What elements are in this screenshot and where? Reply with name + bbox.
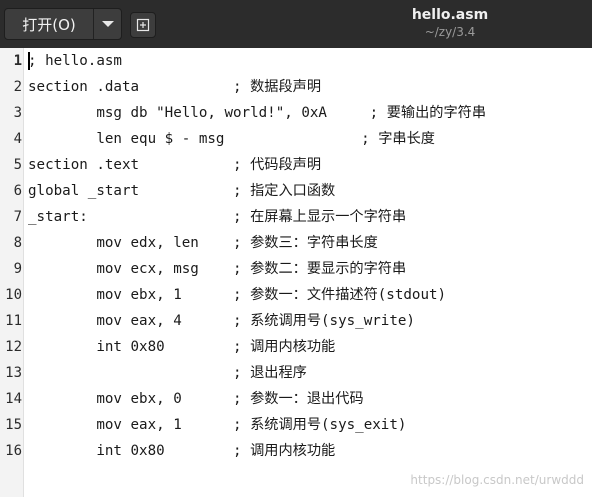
line-number: 1 xyxy=(13,53,22,69)
line-number: 6 xyxy=(13,183,22,199)
line-number: 16 xyxy=(5,443,22,459)
header-bar: 打开(O) hello.asm ~/zy/3.4 xyxy=(0,0,592,48)
code-line: 10 mov ebx, 1 ; 参数一：文件描述符(stdout) xyxy=(0,282,592,308)
code-line: 16 int 0x80 ; 调用内核功能 xyxy=(0,438,592,464)
line-number: 10 xyxy=(5,287,22,303)
code-line: 3 msg db "Hello, world!", 0xA ; 要输出的字符串 xyxy=(0,100,592,126)
window-title: hello.asm ~/zy/3.4 xyxy=(300,6,592,40)
open-menu-button[interactable] xyxy=(94,9,121,39)
code-line: 11 mov eax, 4 ; 系统调用号(sys_write) xyxy=(0,308,592,334)
new-document-button[interactable] xyxy=(130,12,156,38)
line-number: 7 xyxy=(13,209,22,225)
code-text[interactable]: int 0x80 ; 调用内核功能 xyxy=(28,438,335,464)
code-text[interactable]: global _start ; 指定入口函数 xyxy=(28,178,335,204)
code-text[interactable]: ; 退出程序 xyxy=(28,360,307,386)
code-line: 5 section .text ; 代码段声明 xyxy=(0,152,592,178)
code-line: 9 mov ecx, msg ; 参数二：要显示的字符串 xyxy=(0,256,592,282)
watermark: https://blog.csdn.net/urwddd xyxy=(410,473,584,487)
line-number: 4 xyxy=(13,131,22,147)
code-text[interactable]: mov ebx, 0 ; 参数一：退出代码 xyxy=(28,386,363,412)
code-line: 1 ; hello.asm xyxy=(0,48,592,74)
file-name: hello.asm xyxy=(411,7,489,23)
code-line: 13 ; 退出程序 xyxy=(0,360,592,386)
code-text[interactable]: mov eax, 1 ; 系统调用号(sys_exit) xyxy=(28,412,406,438)
open-button[interactable]: 打开(O) xyxy=(5,9,94,39)
code-text[interactable]: msg db "Hello, world!", 0xA ; 要输出的字符串 xyxy=(28,100,486,126)
code-line: 2 section .data ; 数据段声明 xyxy=(0,74,592,100)
code-text[interactable]: section .data ; 数据段声明 xyxy=(28,74,321,100)
text-cursor xyxy=(28,52,30,70)
code-text[interactable]: len equ $ - msg ; 字串长度 xyxy=(28,126,435,152)
line-number: 13 xyxy=(5,365,22,381)
line-number: 9 xyxy=(13,261,22,277)
code-text[interactable]: mov ebx, 1 ; 参数一：文件描述符(stdout) xyxy=(28,282,446,308)
code-text[interactable]: ; hello.asm xyxy=(28,48,122,74)
chevron-down-icon xyxy=(101,21,114,27)
code-editor[interactable]: 1 ; hello.asm 2 section .data ; 数据段声明 3 … xyxy=(0,48,592,497)
line-number: 12 xyxy=(5,339,22,355)
new-document-icon xyxy=(136,18,150,32)
code-line: 12 int 0x80 ; 调用内核功能 xyxy=(0,334,592,360)
code-line: 14 mov ebx, 0 ; 参数一：退出代码 xyxy=(0,386,592,412)
code-text[interactable]: _start: ; 在屏幕上显示一个字符串 xyxy=(28,204,406,230)
line-number: 5 xyxy=(13,157,22,173)
file-path: ~/zy/3.4 xyxy=(424,25,476,39)
line-number: 15 xyxy=(5,417,22,433)
line-number: 14 xyxy=(5,391,22,407)
code-text[interactable]: int 0x80 ; 调用内核功能 xyxy=(28,334,335,360)
code-line: 6 global _start ; 指定入口函数 xyxy=(0,178,592,204)
code-text[interactable]: section .text ; 代码段声明 xyxy=(28,152,321,178)
code-text[interactable]: mov eax, 4 ; 系统调用号(sys_write) xyxy=(28,308,415,334)
line-number: 8 xyxy=(13,235,22,251)
line-number: 2 xyxy=(13,79,22,95)
code-line: 4 len equ $ - msg ; 字串长度 xyxy=(0,126,592,152)
line-number: 3 xyxy=(13,105,22,121)
open-button-group: 打开(O) xyxy=(4,8,122,40)
line-number: 11 xyxy=(5,313,22,329)
code-line: 15 mov eax, 1 ; 系统调用号(sys_exit) xyxy=(0,412,592,438)
code-text[interactable]: mov ecx, msg ; 参数二：要显示的字符串 xyxy=(28,256,406,282)
code-line: 8 mov edx, len ; 参数三：字符串长度 xyxy=(0,230,592,256)
code-text[interactable]: mov edx, len ; 参数三：字符串长度 xyxy=(28,230,377,256)
code-line: 7 _start: ; 在屏幕上显示一个字符串 xyxy=(0,204,592,230)
